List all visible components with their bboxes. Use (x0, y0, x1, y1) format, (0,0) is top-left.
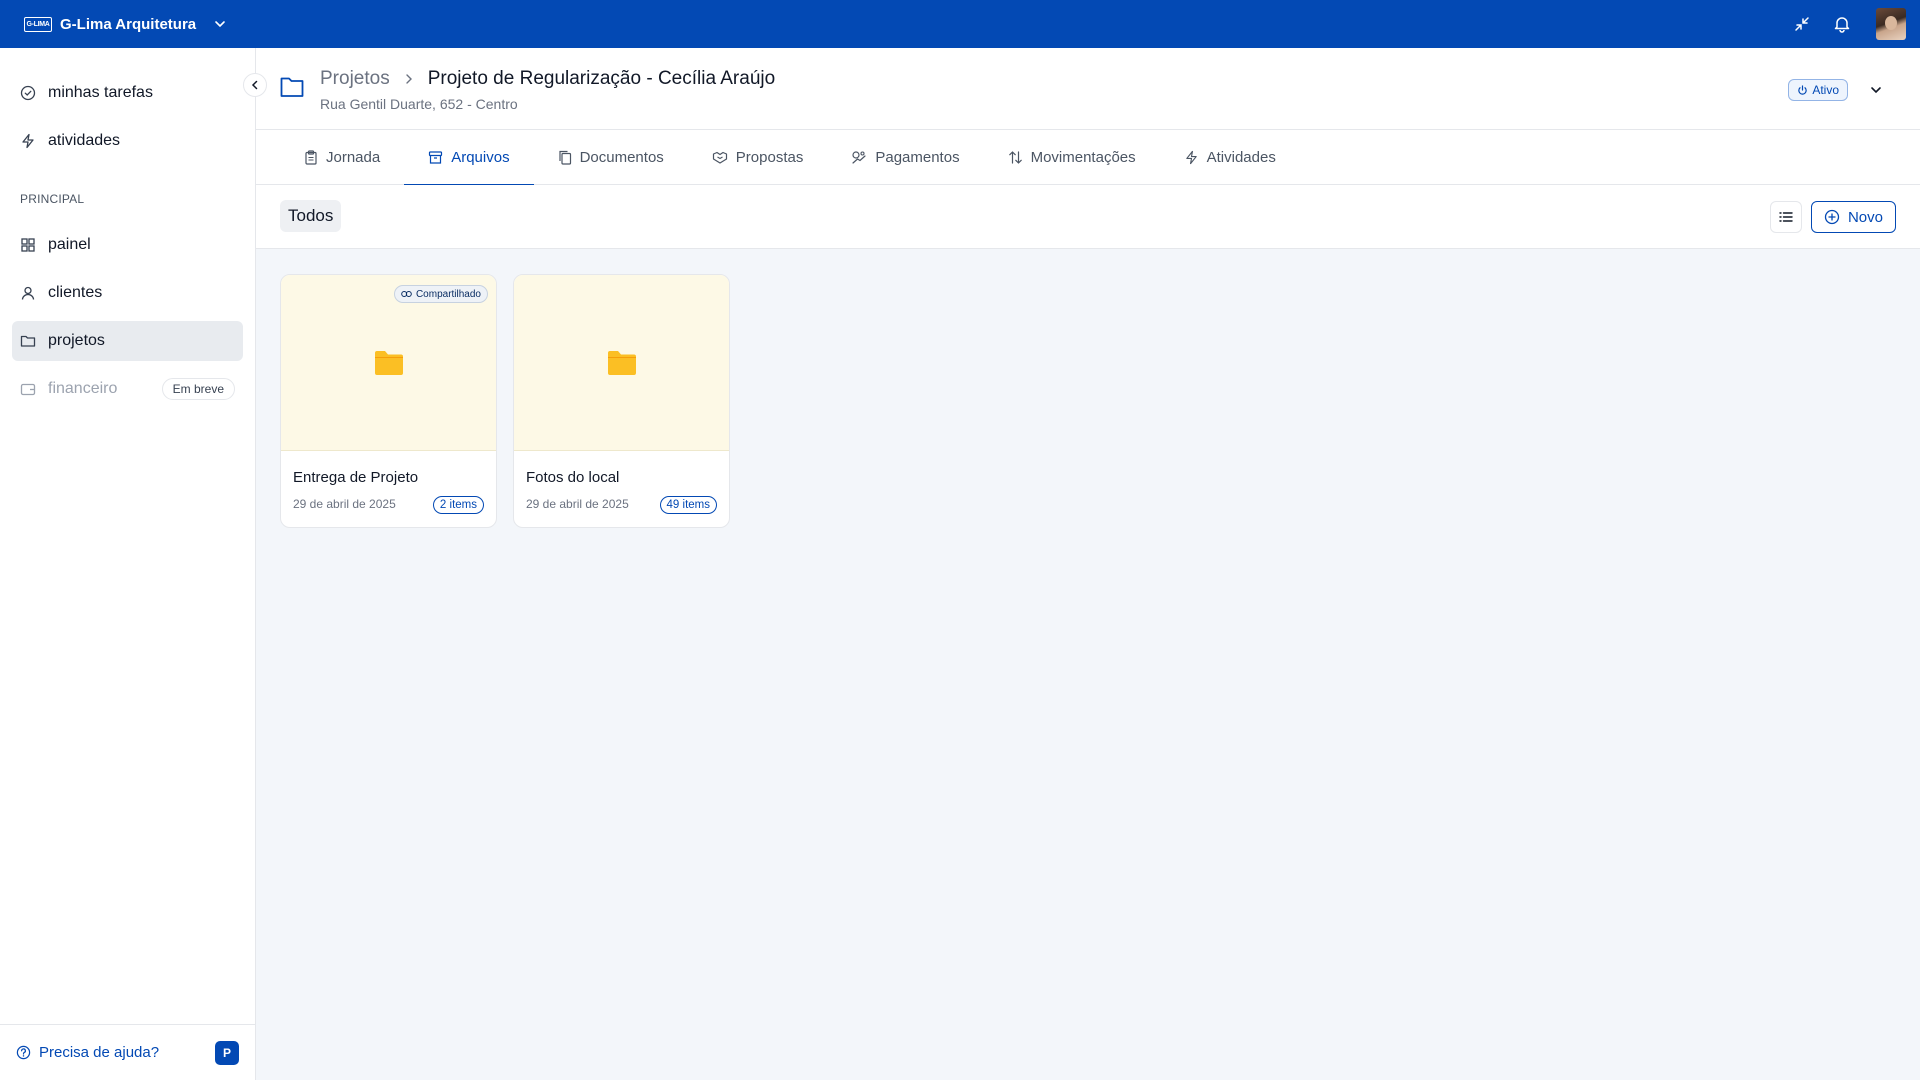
sidebar-item-label: painel (48, 236, 91, 253)
folder-date: 29 de abril de 2025 (293, 497, 396, 511)
folder-item-count: 49 items (659, 496, 717, 514)
sidebar-item-minhas-tarefas[interactable]: minhas tarefas (12, 73, 243, 113)
org-switcher[interactable]: G-LIMA G-Lima Arquitetura (24, 16, 226, 33)
folder-date: 29 de abril de 2025 (526, 497, 629, 511)
wallet-icon (20, 381, 36, 397)
sidebar-item-clientes[interactable]: clientes (12, 273, 243, 313)
list-view-button[interactable] (1770, 201, 1802, 233)
org-logo: G-LIMA (24, 16, 52, 32)
folder-icon (280, 76, 304, 103)
sidebar-item-label: minhas tarefas (48, 84, 153, 101)
project-tabs: Jornada Arquivos Documentos Propostas Pa… (256, 130, 1920, 186)
folder-grid: Compartilhado Entrega de Projeto 29 de a… (280, 274, 730, 528)
user-avatar[interactable] (1876, 8, 1906, 40)
bell-icon[interactable] (1830, 12, 1854, 36)
tab-label: Propostas (735, 149, 804, 166)
top-bar: G-LIMA G-Lima Arquitetura (0, 0, 1920, 48)
folder-name: Fotos do local (526, 469, 620, 486)
user-initial-badge[interactable]: P (215, 1040, 239, 1065)
help-circle-icon (16, 1045, 31, 1060)
help-link[interactable]: Precisa de ajuda? (16, 1044, 159, 1061)
folder-card[interactable]: Fotos do local 29 de abril de 2025 49 it… (513, 274, 730, 528)
minimize-icon[interactable] (1790, 12, 1814, 36)
status-label: Ativo (1812, 83, 1839, 97)
zap-icon (1184, 150, 1199, 165)
chevron-right-icon (404, 73, 414, 85)
new-button-label: Novo (1847, 208, 1883, 226)
tab-propostas[interactable]: Propostas (688, 130, 828, 185)
project-address: Rua Gentil Duarte, 652 - Centro (320, 96, 518, 112)
sidebar-item-label: financeiro (48, 380, 118, 397)
sidebar-item-projetos[interactable]: projetos (12, 321, 243, 361)
sidebar-item-financeiro: financeiro Em breve (12, 369, 243, 409)
breadcrumb: Projetos Projeto de Regularização - Cecí… (320, 68, 775, 90)
clipboard-icon (304, 150, 318, 165)
folder-name: Entrega de Projeto (293, 469, 419, 486)
shared-badge: Compartilhado (393, 285, 488, 303)
archive-icon (428, 150, 443, 165)
sidebar: minhas tarefas atividades PRINCIPAL pain… (0, 48, 256, 1080)
sidebar-item-label: projetos (48, 332, 105, 349)
tab-atividades[interactable]: Atividades (1160, 130, 1300, 185)
folder-item-count: 2 items (432, 496, 484, 514)
page-title: Projeto de Regularização - Cecília Araúj… (427, 68, 776, 89)
files-toolbar: Todos Novo (256, 185, 1920, 249)
list-icon (1779, 211, 1793, 223)
new-button[interactable]: Novo (1810, 201, 1896, 233)
copy-icon (558, 150, 572, 165)
power-icon (1797, 84, 1808, 96)
tab-pagamentos[interactable]: Pagamentos (827, 130, 983, 185)
chevron-left-icon (250, 80, 260, 90)
sidebar-item-label: atividades (48, 132, 121, 149)
arrows-up-down-icon (1008, 150, 1023, 165)
help-label: Precisa de ajuda? (39, 1044, 160, 1061)
sidebar-item-painel[interactable]: painel (12, 225, 243, 265)
link-icon (401, 290, 412, 298)
project-header: Projetos Projeto de Regularização - Cecí… (256, 48, 1920, 130)
chevron-down-icon (214, 18, 226, 30)
folder-icon (607, 350, 637, 376)
tab-label: Movimentações (1030, 149, 1136, 166)
tab-label: Documentos (579, 149, 664, 166)
org-logo-text: G-LIMA (26, 20, 50, 28)
plus-circle-icon (1824, 209, 1840, 225)
tab-label: Atividades (1206, 149, 1276, 166)
folder-thumbnail: Compartilhado (281, 275, 496, 451)
payments-icon (851, 150, 867, 165)
chevron-down-icon[interactable] (1870, 83, 1882, 101)
folder-icon (374, 350, 404, 376)
section-label-principal: PRINCIPAL (20, 192, 85, 206)
sidebar-footer: Precisa de ajuda? P (0, 1024, 255, 1080)
tab-jornada[interactable]: Jornada (280, 130, 404, 185)
check-circle-icon (20, 85, 36, 101)
folder-thumbnail (514, 275, 729, 451)
handshake-icon (712, 150, 728, 165)
tab-arquivos[interactable]: Arquivos (404, 130, 534, 186)
tab-documentos[interactable]: Documentos (534, 130, 688, 185)
user-icon (20, 285, 36, 301)
tab-movimentacoes[interactable]: Movimentações (984, 130, 1160, 185)
tab-label: Pagamentos (875, 149, 960, 166)
sidebar-item-atividades[interactable]: atividades (12, 121, 243, 161)
folder-icon (20, 333, 36, 349)
coming-soon-badge: Em breve (161, 378, 235, 400)
zap-icon (20, 133, 36, 149)
tab-label: Jornada (326, 149, 381, 166)
folder-card[interactable]: Compartilhado Entrega de Projeto 29 de a… (280, 274, 497, 528)
sidebar-collapse-button[interactable] (243, 73, 267, 97)
org-name: G-Lima Arquitetura (60, 15, 197, 33)
sidebar-item-label: clientes (48, 284, 103, 301)
grid-icon (20, 237, 36, 253)
breadcrumb-projetos[interactable]: Projetos (320, 68, 390, 90)
shared-label: Compartilhado (415, 288, 481, 300)
status-badge[interactable]: Ativo (1788, 79, 1848, 101)
tab-label: Arquivos (451, 149, 510, 166)
filter-todos[interactable]: Todos (280, 200, 342, 232)
